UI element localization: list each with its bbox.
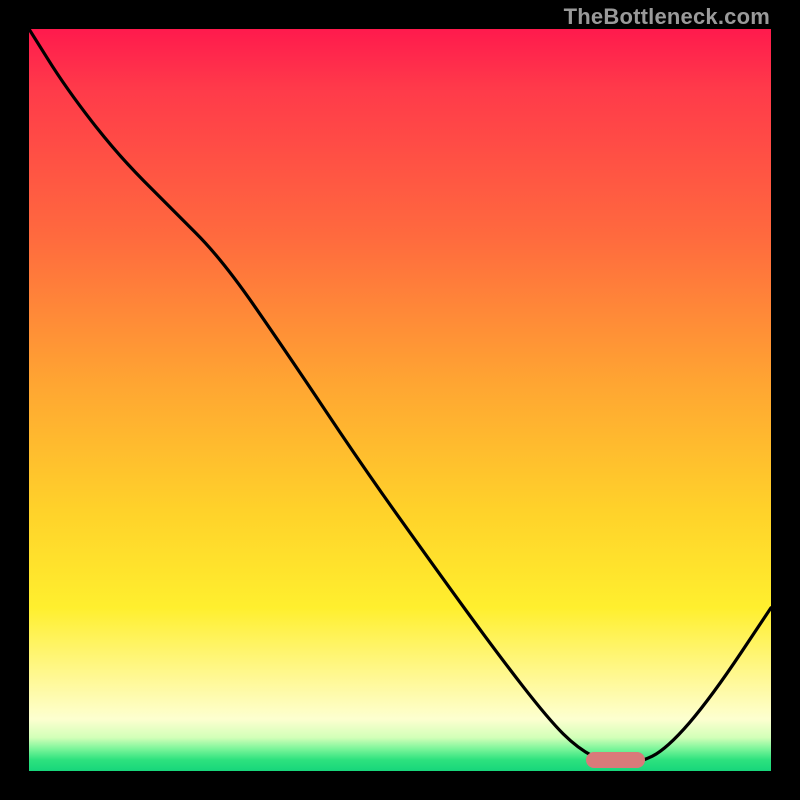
chart-frame: TheBottleneck.com: [0, 0, 800, 800]
optimal-range-marker: [586, 752, 645, 768]
watermark-text: TheBottleneck.com: [564, 4, 770, 30]
plot-area: [29, 29, 771, 771]
